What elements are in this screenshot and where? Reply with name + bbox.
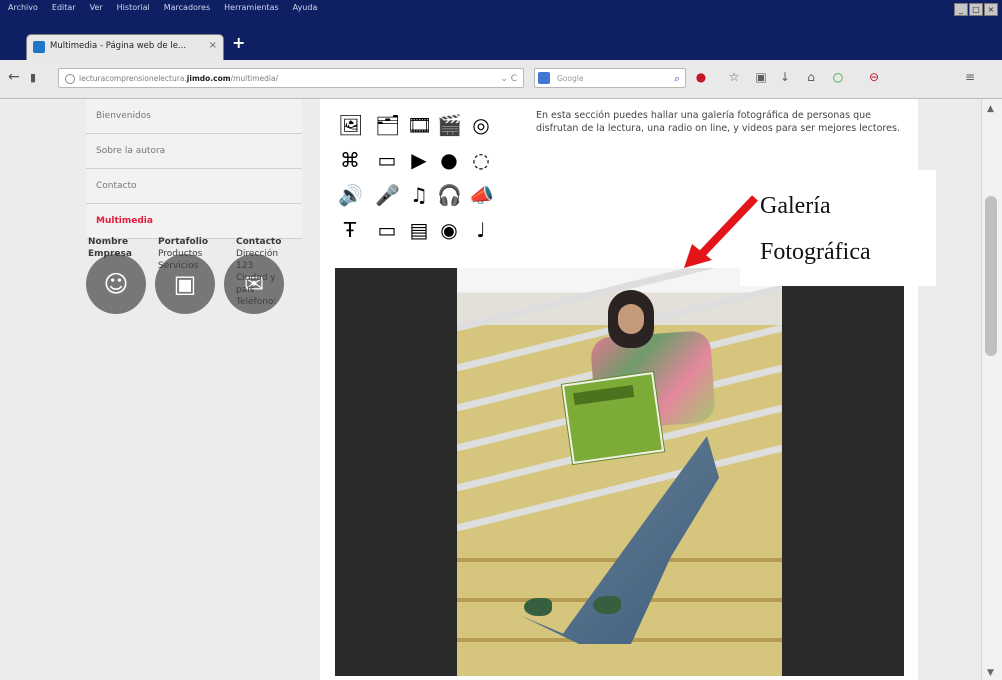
url-prefix: lecturacomprensionelectura.	[79, 74, 187, 83]
play-icon[interactable]: ▶	[407, 148, 431, 172]
bookmark-star-icon[interactable]: ☆	[727, 70, 741, 84]
camera-icon[interactable]: ▭	[375, 148, 399, 172]
menu-editar[interactable]: Editar	[52, 3, 76, 19]
portfolio-title: Portafolio	[158, 237, 209, 247]
intro-text: En esta sección puedes hallar una galerí…	[536, 110, 900, 134]
menu-item-bienvenidos[interactable]: Bienvenidos	[86, 99, 302, 134]
annotation-line-2: Fotográfica	[760, 239, 871, 265]
url-text: lecturacomprensionelectura.jimdo.com/mul…	[79, 69, 278, 89]
antenna-icon[interactable]: Ŧ	[338, 218, 362, 242]
webcam-icon[interactable]: ●	[437, 148, 461, 172]
home-icon[interactable]: ⌂	[804, 70, 818, 84]
tv-icon[interactable]: ▭	[375, 218, 399, 242]
menu-bar: Archivo Editar Ver Historial Marcadores …	[8, 3, 317, 19]
company-name-2: Empresa	[88, 249, 132, 259]
download-icon[interactable]: ↓	[778, 70, 792, 84]
portfolio-services: Servicios	[158, 261, 199, 271]
speaker-icon[interactable]: 🔊	[338, 183, 363, 207]
photo-icon[interactable]: 🖼	[338, 113, 363, 137]
company-info: Nombre Empresa	[88, 236, 132, 260]
gallery-photo[interactable]	[457, 268, 782, 676]
cd-icon[interactable]: ◉	[437, 218, 461, 242]
microphone-icon[interactable]: 🎤	[375, 183, 400, 207]
maximize-button[interactable]: □	[969, 3, 983, 16]
megaphone-icon[interactable]: 📣	[469, 183, 494, 207]
url-bar[interactable]: lecturacomprensionelectura.jimdo.com/mul…	[58, 68, 524, 88]
contact-phone: Teléfono:	[236, 297, 277, 307]
menu-item-sobre-la-autora[interactable]: Sobre la autora	[86, 134, 302, 169]
contact-info: Contacto Dirección 123 Ciudad y país Tel…	[236, 236, 281, 308]
back-arrow-icon[interactable]: ←	[8, 69, 20, 85]
menu-herramientas[interactable]: Herramientas	[224, 3, 279, 19]
url-domain: jimdo.com	[186, 74, 231, 83]
browser-tab[interactable]: Multimedia - Página web de le... ×	[27, 35, 223, 60]
contact-number: 123	[236, 261, 254, 271]
projector-icon[interactable]: ⌘	[338, 148, 362, 172]
scroll-down-icon[interactable]: ▼	[987, 668, 994, 678]
menu-marcadores[interactable]: Marcadores	[164, 3, 210, 19]
site-menu: Bienvenidos Sobre la autora Contacto Mul…	[86, 99, 302, 239]
music-icon[interactable]: ♫	[407, 183, 431, 207]
close-window-button[interactable]: ×	[984, 3, 998, 16]
reload-icon[interactable]: ⌄ C	[500, 69, 517, 89]
contact-country: país	[236, 285, 255, 295]
shoe-right	[593, 596, 621, 614]
film-icon[interactable]: 🎞	[407, 113, 432, 137]
portfolio-info: Portafolio Productos Servicios	[158, 236, 208, 272]
annotation-line-1: Galería	[760, 193, 831, 219]
book	[561, 371, 665, 465]
person-face	[618, 304, 644, 334]
window-titlebar: Archivo Editar Ver Historial Marcadores …	[0, 0, 1002, 60]
tab-title: Multimedia - Página web de le...	[50, 41, 187, 51]
scrollbar-thumb[interactable]	[985, 196, 997, 356]
minimize-button[interactable]: _	[954, 3, 968, 16]
url-path: /multimedia/	[230, 74, 279, 83]
scroll-up-icon[interactable]: ▲	[987, 104, 994, 114]
shoe-left	[524, 598, 552, 616]
menu-item-contacto[interactable]: Contacto	[86, 169, 302, 204]
google-icon	[538, 72, 550, 84]
annotation-label: Galería Fotográfica	[760, 183, 930, 275]
search-placeholder: Google	[557, 74, 584, 83]
portfolio-products: Productos	[158, 249, 203, 259]
library-icon[interactable]: ▮	[30, 71, 36, 84]
contact-city: Ciudad y	[236, 273, 276, 283]
clapper-icon[interactable]: 🎬	[437, 113, 462, 137]
navigation-bar: ← ▮ lecturacomprensionelectura.jimdo.com…	[0, 60, 1002, 99]
color-wheel-icon[interactable]: ◌	[469, 148, 493, 172]
picture-icon[interactable]: 🗂	[375, 113, 400, 137]
contact-address: Dirección	[236, 249, 279, 259]
radio-icon[interactable]: ▤	[407, 218, 431, 242]
menu-ayuda[interactable]: Ayuda	[293, 3, 318, 19]
menu-archivo[interactable]: Archivo	[8, 3, 38, 19]
headphones-icon[interactable]: 🎧	[437, 183, 462, 207]
adblock-icon[interactable]: ⊖	[867, 70, 881, 84]
contact-title: Contacto	[236, 237, 282, 247]
record-icon[interactable]: ●	[694, 70, 708, 84]
menu-item-multimedia[interactable]: Multimedia	[86, 204, 302, 239]
window-controls: _ □ ×	[954, 3, 998, 16]
globe-icon	[65, 74, 75, 84]
bookmark-list-icon[interactable]: ▣	[754, 70, 768, 84]
page-favicon-icon	[33, 41, 45, 53]
close-tab-icon[interactable]: ×	[209, 40, 217, 51]
new-tab-button[interactable]: +	[232, 33, 245, 52]
reel-icon[interactable]: ◎	[469, 113, 493, 137]
menu-historial[interactable]: Historial	[117, 3, 150, 19]
menu-ver[interactable]: Ver	[90, 3, 103, 19]
company-name: Nombre	[88, 237, 129, 247]
annotation-arrow-icon	[684, 195, 758, 268]
page-scrollbar[interactable]: ▲ ▼	[981, 99, 1002, 680]
search-bar[interactable]: Google ⌕	[534, 68, 686, 88]
search-icon[interactable]: ⌕	[674, 69, 680, 89]
people-icon: ☺	[86, 254, 146, 314]
guitar-icon[interactable]: ♩	[469, 218, 493, 242]
addon-icon[interactable]: ○	[831, 70, 845, 84]
hamburger-menu-icon[interactable]: ≡	[963, 70, 977, 84]
